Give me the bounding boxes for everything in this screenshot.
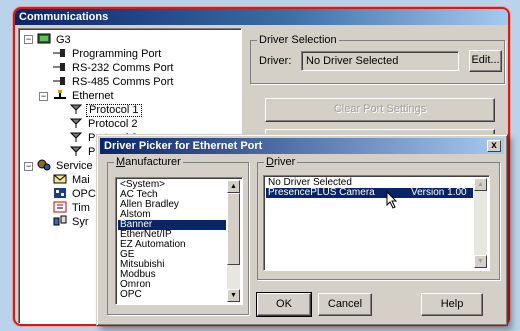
collapse-ethernet-icon[interactable]: − [39, 92, 48, 101]
tree-item-mail[interactable]: Mai [53, 173, 92, 186]
services-icon [37, 159, 51, 171]
tree-item-time[interactable]: Tim [53, 201, 92, 214]
ethernet-icon [54, 90, 66, 99]
driver-list[interactable]: No Driver Selected PresencePLUS Camera V… [263, 175, 490, 271]
protocol-icon [69, 146, 83, 156]
opc-icon [54, 188, 66, 198]
scroll-down-icon[interactable]: ▼ [474, 255, 487, 268]
protocol-icon [69, 118, 83, 128]
dialog-title: Driver Picker for Ethernet Port [104, 140, 263, 152]
tree-item-sync[interactable]: Syr [53, 215, 91, 228]
tree-item-g3[interactable]: G3 [37, 33, 73, 46]
help-button[interactable]: Help [421, 293, 483, 316]
sync-icon [53, 215, 67, 226]
tree-item-rs485-port[interactable]: RS-485 Comms Port [53, 75, 175, 88]
manufacturer-list[interactable]: <System> AC Tech Allen Bradley Alstom Ba… [115, 177, 243, 305]
ok-button[interactable]: OK [256, 292, 312, 317]
driver-caption: Driver [264, 156, 298, 168]
manufacturer-scrollbar[interactable]: ▲ ▼ [227, 180, 240, 302]
driver-selection-group: Driver Selection Driver: No Driver Selec… [250, 34, 505, 84]
driver-field: No Driver Selected [301, 51, 459, 71]
tree-item-programming-port[interactable]: Programming Port [53, 47, 163, 60]
collapse-g3-icon[interactable]: − [24, 35, 33, 44]
collapse-services-icon[interactable]: − [24, 162, 33, 171]
port-icon [53, 49, 65, 57]
driver-version: Version 1.00 [411, 187, 467, 198]
manufacturer-item[interactable]: OPC [118, 290, 142, 300]
clear-port-settings-button[interactable]: Clear Port Settings [265, 98, 495, 122]
scroll-thumb[interactable] [227, 193, 240, 265]
scroll-up-icon[interactable]: ▲ [227, 180, 240, 193]
driver-group: Driver No Driver Selected PresencePLUS C… [257, 156, 500, 280]
scroll-down-icon[interactable]: ▼ [227, 289, 240, 302]
tree-item-ethernet[interactable]: Ethernet [53, 89, 116, 102]
cancel-button[interactable]: Cancel [318, 293, 372, 316]
tree-item-services[interactable]: Service [37, 159, 95, 172]
port-icon [53, 63, 65, 71]
dialog-titlebar: Driver Picker for Ethernet Port x [100, 138, 504, 154]
manufacturer-caption: Manufacturer [114, 156, 183, 168]
dialog-close-button[interactable]: x [487, 140, 501, 152]
mouse-cursor-icon [386, 191, 398, 209]
time-icon [53, 201, 67, 213]
window-title: Communications [15, 9, 508, 25]
driver-item-selected[interactable]: PresencePLUS Camera Version 1.00 [266, 188, 473, 198]
device-icon [37, 33, 51, 44]
tree-item-protocol-2[interactable]: Protocol 2 [69, 117, 140, 130]
port-icon [53, 77, 65, 85]
tree-item-protocol-1[interactable]: Protocol 1 [69, 103, 142, 117]
edit-driver-button[interactable]: Edit... [469, 50, 502, 72]
driver-scrollbar[interactable]: ▲ ▼ [474, 178, 487, 268]
protocol-icon [69, 104, 83, 114]
mail-icon [53, 174, 67, 184]
driver-selection-caption: Driver Selection [257, 34, 339, 46]
tree-item-rs232-port[interactable]: RS-232 Comms Port [53, 61, 175, 74]
protocol-icon [69, 132, 83, 142]
driver-label: Driver: [259, 55, 292, 67]
tree-item-opc[interactable]: OPC [53, 187, 98, 200]
manufacturer-group: Manufacturer <System> AC Tech Allen Brad… [107, 156, 249, 315]
scroll-up-icon[interactable]: ▲ [474, 178, 487, 191]
driver-picker-dialog: Driver Picker for Ethernet Port x Manufa… [96, 134, 508, 326]
